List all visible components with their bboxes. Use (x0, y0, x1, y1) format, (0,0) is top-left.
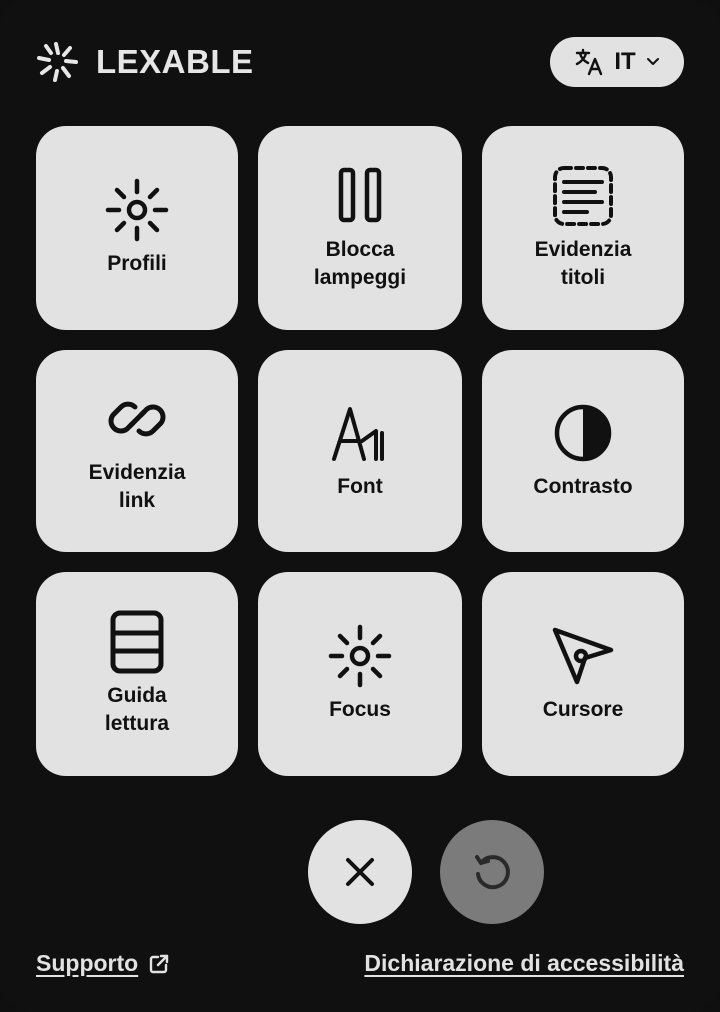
font-icon (332, 407, 384, 461)
tile-font[interactable]: Font (258, 350, 462, 552)
highlight-titles-icon (553, 166, 613, 226)
reset-button[interactable] (440, 820, 544, 924)
tile-label: Guida lettura (104, 684, 170, 735)
tile-cursore[interactable]: Cursore (482, 572, 684, 776)
reading-guide-icon (110, 610, 164, 674)
brand: LEXABLE (36, 40, 254, 84)
tile-label: Evidenzia titoli (534, 238, 632, 289)
chevron-down-icon (646, 58, 659, 65)
tile-blocca-lampeggi[interactable]: Blocca lampeggi (258, 126, 462, 330)
tile-label: Font (337, 475, 383, 498)
tile-label: Blocca lampeggi (313, 238, 407, 289)
tile-label: Contrasto (533, 475, 633, 498)
tile-label: Evidenzia link (88, 461, 186, 512)
accessibility-panel: LEXABLE IT Profili Blocca lampeggi Evide… (0, 0, 720, 1012)
cursor-icon (552, 627, 614, 685)
external-link-icon (150, 954, 169, 973)
translate-icon (576, 48, 603, 76)
close-icon (346, 858, 374, 886)
tile-focus[interactable]: Focus (258, 572, 462, 776)
focus-icon (328, 624, 392, 688)
sun-icon (105, 178, 169, 242)
lexable-logo-icon (37, 42, 78, 82)
tile-contrasto[interactable]: Contrasto (482, 350, 684, 552)
tile-profili[interactable]: Profili (36, 126, 238, 330)
accessibility-declaration-link[interactable]: Dichiarazione di accessibilità (364, 950, 684, 977)
tile-label: Focus (329, 698, 391, 721)
language-code: IT (614, 48, 636, 75)
link-icon (108, 401, 166, 437)
support-link[interactable]: Supporto (36, 950, 170, 977)
feature-grid: Profili Blocca lampeggi Evidenzia titoli… (36, 126, 684, 776)
reset-icon (475, 855, 510, 890)
tile-label: Cursore (542, 698, 624, 721)
language-selector[interactable]: IT (550, 37, 684, 87)
tile-evidenzia-titoli[interactable]: Evidenzia titoli (482, 126, 684, 330)
pause-icon (338, 167, 382, 223)
declaration-label: Dichiarazione di accessibilità (364, 950, 684, 976)
tile-guida-lettura[interactable]: Guida lettura (36, 572, 238, 776)
contrast-icon (554, 404, 612, 462)
close-button[interactable] (308, 820, 412, 924)
tile-evidenzia-link[interactable]: Evidenzia link (36, 350, 238, 552)
panel-header: LEXABLE IT (36, 36, 684, 88)
support-label: Supporto (36, 950, 139, 976)
tile-label: Profili (107, 252, 167, 275)
brand-name: LEXABLE (96, 43, 254, 80)
